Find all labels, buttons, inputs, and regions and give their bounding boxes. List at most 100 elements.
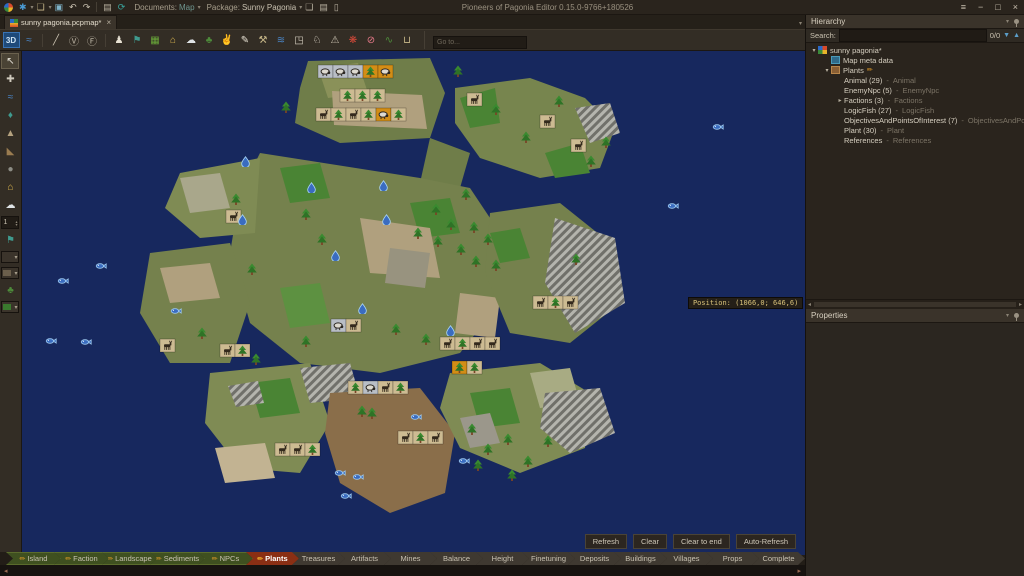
phase-tab-villages[interactable]: Villages — [660, 552, 713, 565]
fish-marker-icon[interactable] — [459, 459, 469, 464]
tree-row[interactable]: ObjectivesAndPointsOfInterest (7)-Object… — [806, 115, 1024, 125]
tree-row[interactable]: LogicFish (27)-LogicFish — [806, 105, 1024, 115]
scroll-right-icon[interactable]: ▸ — [797, 567, 801, 575]
goto-input[interactable] — [433, 36, 527, 49]
entity-strip[interactable] — [467, 93, 482, 106]
tree-row[interactable]: ▸Factions (3)-Factions — [806, 95, 1024, 105]
rock-brush[interactable]: ● — [1, 161, 19, 177]
scroll-left-icon[interactable]: ◂ — [808, 301, 811, 308]
npc-tool[interactable]: ♟ — [111, 32, 128, 48]
flag-brush[interactable]: ⚑ — [1, 232, 19, 248]
phase-tab-deposits[interactable]: Deposits — [568, 552, 621, 565]
fish-marker-icon[interactable] — [58, 279, 68, 284]
expander-icon[interactable]: ▾ — [823, 67, 831, 74]
entity-strip[interactable] — [540, 115, 555, 128]
swirl-tool[interactable]: ∿ — [381, 32, 398, 48]
tree-row[interactable]: References-References — [806, 135, 1024, 145]
spinner-arrows-icon[interactable]: ▴▾ — [15, 220, 17, 226]
settings-menu-button-icon[interactable]: ✱ — [16, 1, 30, 13]
new-package-button-icon[interactable]: ❏ — [302, 1, 316, 13]
tree-row[interactable]: ▾sunny pagonia* — [806, 45, 1024, 55]
entity-strip[interactable] — [331, 319, 361, 332]
phase-tab-sediments[interactable]: ✏Sediments — [150, 552, 205, 565]
entity-strip[interactable] — [318, 65, 393, 78]
slope-tool[interactable]: ╱ — [48, 32, 65, 48]
tree-row[interactable]: Map meta data — [806, 55, 1024, 65]
phase-tab-artifacts[interactable]: Artifacts — [338, 552, 391, 565]
hand-tool[interactable]: ✌ — [219, 32, 236, 48]
entity-strip[interactable] — [275, 443, 320, 456]
expander-icon[interactable]: ▾ — [810, 47, 818, 54]
water-tool[interactable]: ≋ — [273, 32, 290, 48]
redo-button-icon[interactable]: ↷ — [80, 1, 94, 13]
entity-strip[interactable] — [160, 339, 175, 352]
tree-type-dropdown[interactable]: ▾ — [1, 301, 19, 313]
open-file-button-icon[interactable]: ❏ — [34, 1, 48, 13]
mountain-brush[interactable]: ▲ — [1, 125, 19, 141]
phase-tab-height[interactable]: Height — [476, 552, 529, 565]
phase-tab-plants[interactable]: ✏Plants — [246, 552, 299, 565]
treasure-tool[interactable]: ▦ — [147, 32, 164, 48]
package-doc-button-icon[interactable]: ▯ — [331, 1, 342, 13]
fish-marker-icon[interactable] — [713, 125, 723, 130]
phase-tab-complete[interactable]: Complete — [752, 552, 805, 565]
search-prev-button[interactable]: ▲ — [1013, 31, 1020, 40]
tree-row[interactable]: ▾Plants✏ — [806, 65, 1024, 75]
cliff-brush[interactable]: ◣ — [1, 143, 19, 159]
face-tool[interactable]: Ⓕ — [84, 32, 101, 48]
entity-strip[interactable] — [571, 139, 586, 152]
clear-to-end-button[interactable]: Clear to end — [673, 534, 730, 549]
chevron-down-icon[interactable]: ▾ — [1006, 312, 1009, 319]
close-icon[interactable]: × — [106, 18, 111, 27]
documents-dropdown[interactable]: Map — [179, 3, 195, 12]
save-button-icon[interactable]: ▣ — [52, 1, 67, 13]
fish-marker-icon[interactable] — [46, 339, 56, 344]
search-input[interactable] — [839, 29, 987, 42]
phase-tab-landscape[interactable]: ✏Landscape — [102, 552, 157, 565]
camp-brush[interactable]: ⌂ — [1, 179, 19, 195]
minimize-button[interactable]: − — [972, 1, 989, 13]
refresh-button[interactable]: Refresh — [585, 534, 627, 549]
vertex-tool[interactable]: Ⓥ — [66, 32, 83, 48]
restore-button[interactable]: □ — [989, 1, 1006, 13]
phase-tab-balance[interactable]: Balance — [430, 552, 483, 565]
fish-marker-icon[interactable] — [96, 264, 106, 269]
clear-button[interactable]: Clear — [633, 534, 667, 549]
animal-tool[interactable]: ♘ — [309, 32, 326, 48]
sync-button-icon[interactable]: ⟳ — [115, 1, 129, 13]
paint-tool[interactable]: ✎ — [237, 32, 254, 48]
wave-tool[interactable]: ≈ — [21, 32, 38, 48]
scrollbar-thumb[interactable] — [814, 302, 1016, 307]
phase-tab-finetuning[interactable]: Finetuning — [522, 552, 575, 565]
berry-tool[interactable]: ❋ — [345, 32, 362, 48]
phase-tab-faction[interactable]: ✏Faction — [54, 552, 109, 565]
phase-tab-treasures[interactable]: Treasures — [292, 552, 345, 565]
water-plant-brush[interactable]: ♦ — [1, 107, 19, 123]
fish-marker-icon[interactable] — [341, 494, 351, 499]
brush-size-spinner[interactable]: 1▴▾ — [1, 216, 19, 229]
tree-marker-icon[interactable] — [453, 66, 463, 78]
open-package-button-icon[interactable]: ▤ — [316, 1, 331, 13]
move-tool[interactable]: ✚ — [1, 71, 19, 87]
chevron-down-icon[interactable]: ▾ — [198, 4, 201, 11]
close-button[interactable]: × — [1007, 1, 1024, 13]
entity-strip[interactable] — [348, 381, 408, 394]
phase-tab-props[interactable]: Props — [706, 552, 759, 565]
crop-tool[interactable]: ◳ — [291, 32, 308, 48]
color-dropdown[interactable]: ▾ — [1, 267, 19, 279]
forest-tool[interactable]: ♣ — [201, 32, 218, 48]
fish-marker-icon[interactable] — [668, 204, 678, 209]
tree-brush[interactable]: ♣ — [1, 282, 19, 298]
phase-tab-mines[interactable]: Mines — [384, 552, 437, 565]
3d-view-button[interactable]: 3D — [3, 32, 20, 48]
auto-refresh-button[interactable]: Auto-Refresh — [736, 534, 796, 549]
controller-button-icon[interactable]: ▤ — [100, 1, 115, 13]
document-tab[interactable]: sunny pagonia.pcpmap* × — [4, 15, 117, 29]
entity-strip[interactable] — [220, 344, 250, 357]
entity-strip[interactable] — [440, 337, 500, 350]
cloud-brush[interactable]: ☁ — [1, 197, 19, 213]
entity-strip[interactable] — [340, 89, 385, 102]
mine-tool[interactable]: ⚒ — [255, 32, 272, 48]
search-next-button[interactable]: ▼ — [1003, 31, 1010, 40]
tree-marker-icon[interactable] — [251, 354, 261, 366]
